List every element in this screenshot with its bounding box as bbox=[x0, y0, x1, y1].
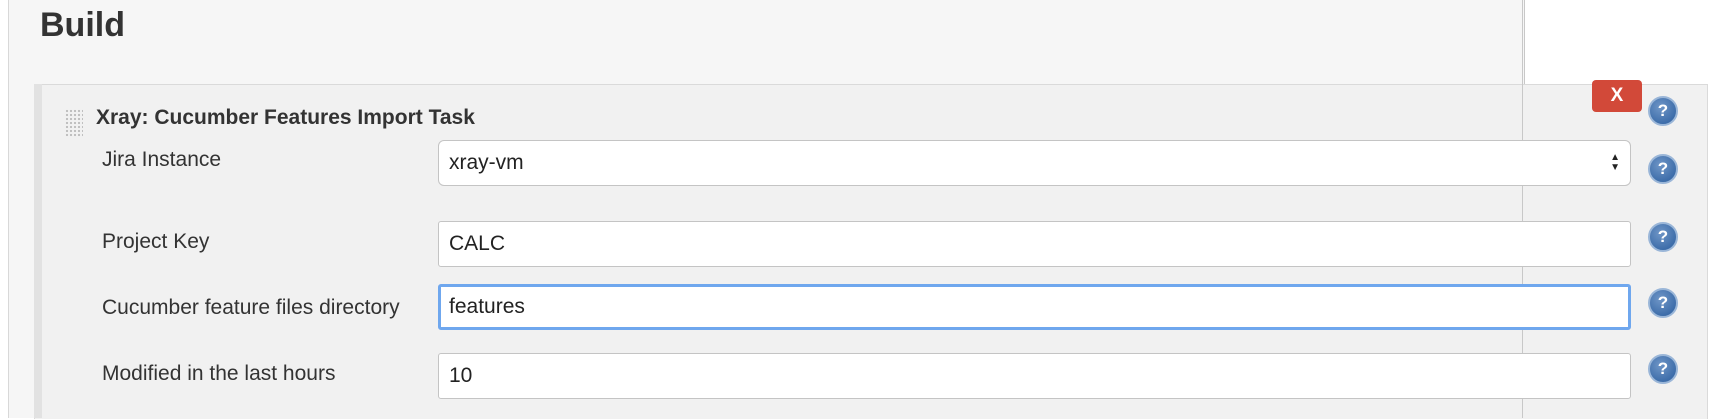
feature-dir-input[interactable]: features bbox=[438, 284, 1631, 330]
jira-instance-value: xray-vm bbox=[449, 151, 524, 174]
project-key-input[interactable]: CALC bbox=[438, 221, 1631, 267]
jira-instance-help-icon[interactable]: ? bbox=[1648, 154, 1678, 184]
project-key-help-icon[interactable]: ? bbox=[1648, 222, 1678, 252]
step-help-icon[interactable]: ? bbox=[1648, 96, 1678, 126]
step-title: Xray: Cucumber Features Import Task bbox=[96, 106, 475, 129]
modified-hours-input[interactable]: 10 bbox=[438, 353, 1631, 399]
jira-instance-select[interactable]: xray-vm ▲ ▼ bbox=[438, 140, 1631, 186]
project-key-label: Project Key bbox=[102, 230, 210, 253]
section-title: Build bbox=[40, 6, 125, 44]
select-arrows-icon: ▲ ▼ bbox=[1610, 152, 1620, 173]
build-step-edge bbox=[34, 84, 42, 418]
drag-handle-icon[interactable] bbox=[65, 109, 83, 137]
jira-instance-label: Jira Instance bbox=[102, 148, 222, 171]
modified-hours-help-icon[interactable]: ? bbox=[1648, 354, 1678, 384]
feature-dir-label: Cucumber feature files directory bbox=[102, 296, 400, 319]
feature-dir-help-icon[interactable]: ? bbox=[1648, 288, 1678, 318]
modified-hours-label: Modified in the last hours bbox=[102, 362, 336, 385]
delete-step-button[interactable]: X bbox=[1592, 80, 1642, 112]
